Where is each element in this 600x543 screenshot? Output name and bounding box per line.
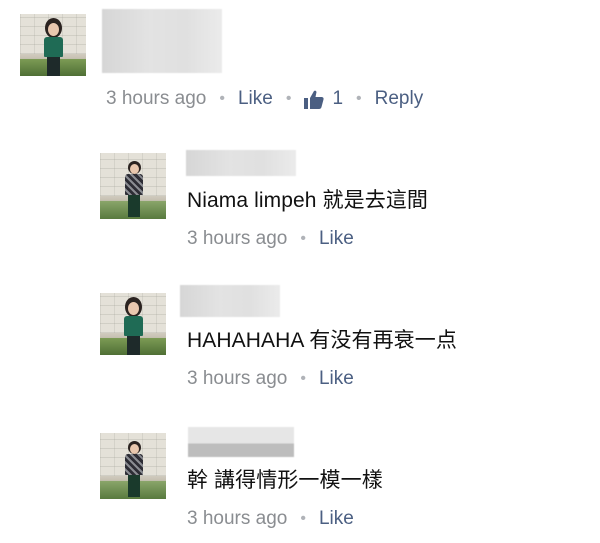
like-count-value: 1 [332, 88, 344, 109]
avatar[interactable] [100, 293, 166, 355]
avatar[interactable] [20, 14, 86, 76]
reply-item: 幹 講得情形一模一樣 3 hours ago • Like [0, 420, 600, 543]
comment-text: HAHAHAHA 有没有再衰一点 [187, 329, 457, 352]
comment-text: 幹 講得情形一模一樣 [187, 469, 383, 492]
comment-meta: 3 hours ago • Like [187, 508, 354, 530]
redacted-author-name [186, 150, 296, 176]
timestamp: 3 hours ago [187, 228, 288, 249]
comment-item: 3 hours ago • Like • 1 • Reply [0, 0, 600, 130]
avatar[interactable] [100, 433, 166, 499]
redacted-author-name [188, 427, 294, 457]
comment-meta: 3 hours ago • Like [187, 228, 354, 250]
avatar[interactable] [100, 153, 166, 219]
like-count[interactable]: 1 [304, 88, 343, 110]
like-button[interactable]: Like [319, 368, 354, 390]
redacted-author-name [102, 9, 222, 73]
like-button[interactable]: Like [319, 508, 354, 530]
timestamp: 3 hours ago [187, 508, 288, 529]
thumbs-up-icon [304, 90, 325, 109]
timestamp: 3 hours ago [187, 368, 288, 389]
comment-meta: 3 hours ago • Like • 1 • Reply [106, 88, 424, 110]
reply-item: HAHAHAHA 有没有再衰一点 3 hours ago • Like [0, 280, 600, 410]
comment-text: Niama limpeh 就是去這間 [187, 189, 429, 212]
redacted-author-name [180, 285, 280, 317]
timestamp: 3 hours ago [106, 88, 207, 109]
reply-item: Niama limpeh 就是去這間 3 hours ago • Like [0, 140, 600, 270]
comment-meta: 3 hours ago • Like [187, 368, 354, 390]
like-button[interactable]: Like [319, 228, 354, 250]
reply-button[interactable]: Reply [375, 88, 424, 110]
like-button[interactable]: Like [238, 88, 273, 110]
